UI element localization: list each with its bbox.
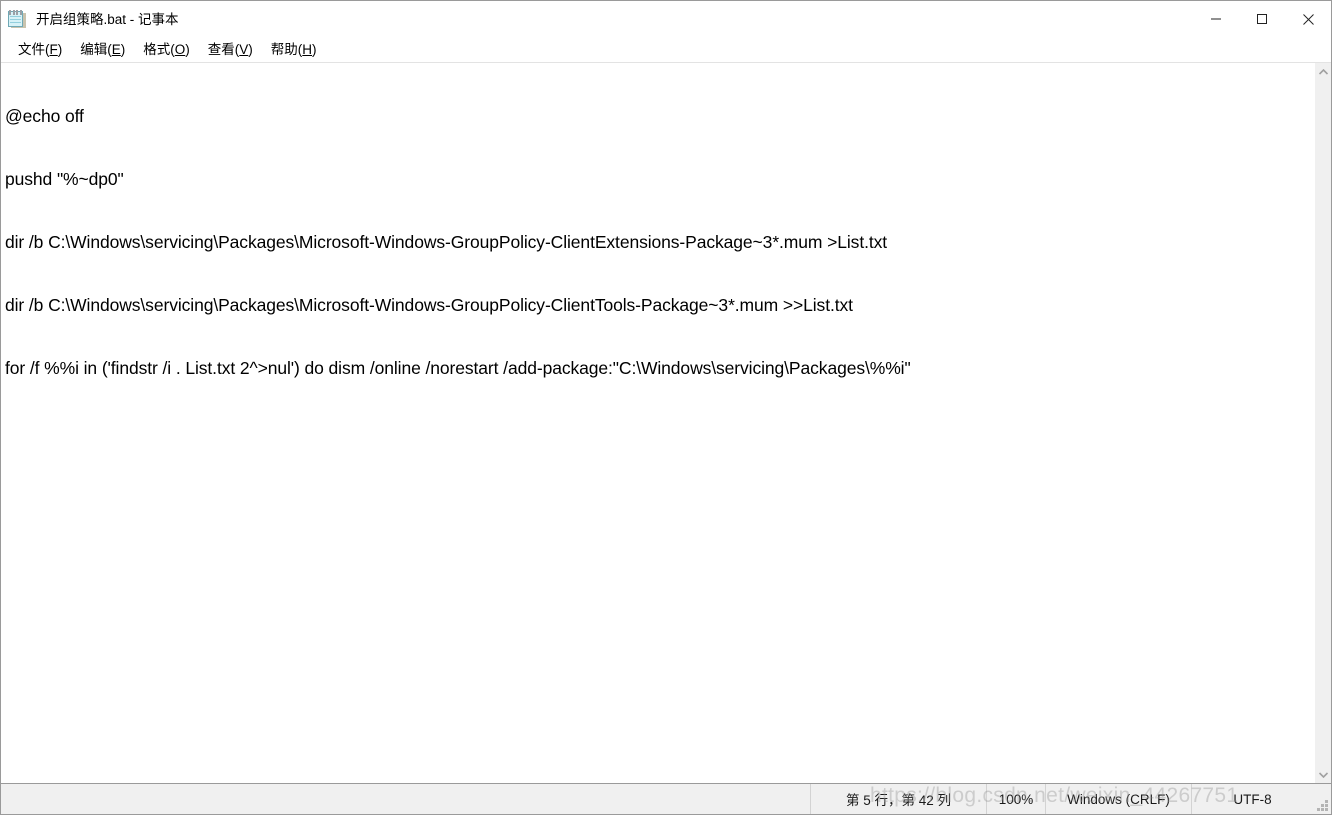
editor-area: @echo off pushd "%~dp0" dir /b C:\Window… — [1, 62, 1331, 783]
menu-label-file: 文件( — [18, 42, 50, 57]
menu-bar: 文件(F) 编辑(E) 格式(O) 查看(V) 帮助(H) — [1, 38, 1331, 62]
scrollbar-track[interactable] — [1314, 80, 1331, 766]
menu-accel-format: O — [174, 42, 186, 57]
menu-label-help: 帮助( — [270, 42, 303, 57]
menu-item-file[interactable]: 文件(F) — [9, 38, 71, 62]
menu-item-format[interactable]: 格式(O) — [134, 38, 199, 62]
notepad-window: 开启组策略.bat - 记事本 文件(F) 编辑(E) 格式(O) 查看(V) … — [0, 0, 1332, 815]
window-title: 开启组策略.bat - 记事本 — [36, 12, 179, 27]
code-line: for /f %%i in ('findstr /i . List.txt 2^… — [5, 358, 911, 378]
maximize-icon — [1257, 14, 1267, 24]
code-line: dir /b C:\Windows\servicing\Packages\Mic… — [5, 232, 888, 252]
menu-paren-edit: ) — [120, 42, 126, 57]
status-bar: 第 5 行，第 42 列 100% Windows (CRLF) UTF-8 — [1, 783, 1331, 814]
title-bar[interactable]: 开启组策略.bat - 记事本 — [1, 1, 1331, 38]
menu-paren-help: ) — [312, 42, 317, 57]
minimize-button[interactable] — [1193, 1, 1239, 37]
close-icon — [1302, 13, 1314, 25]
menu-item-view[interactable]: 查看(V) — [199, 38, 262, 62]
menu-paren-format: ) — [185, 42, 190, 57]
scroll-up-button[interactable] — [1315, 63, 1332, 80]
minimize-icon — [1211, 18, 1221, 20]
text-editor[interactable]: @echo off pushd "%~dp0" dir /b C:\Window… — [1, 63, 1314, 783]
scroll-down-button[interactable] — [1315, 766, 1332, 783]
code-line: pushd "%~dp0" — [5, 169, 124, 189]
menu-label-edit: 编辑( — [80, 42, 112, 57]
menu-label-view: 查看( — [207, 42, 240, 57]
scroll-up-icon — [1318, 68, 1328, 75]
code-line: @echo off — [5, 106, 84, 126]
menu-accel-view: V — [239, 42, 249, 57]
menu-item-help[interactable]: 帮助(H) — [262, 38, 326, 62]
window-controls — [1193, 1, 1331, 37]
maximize-button[interactable] — [1239, 1, 1285, 37]
menu-item-edit[interactable]: 编辑(E) — [71, 38, 134, 62]
resize-grip[interactable] — [1316, 799, 1328, 811]
vertical-scrollbar[interactable] — [1314, 63, 1331, 783]
scroll-down-icon — [1318, 771, 1328, 778]
menu-accel-file: F — [49, 42, 58, 57]
status-cursor-position: 第 5 行，第 42 列 — [810, 784, 986, 814]
status-encoding[interactable]: UTF-8 — [1191, 784, 1331, 814]
menu-accel-edit: E — [111, 42, 121, 57]
menu-paren-view: ) — [248, 42, 253, 57]
status-line-ending[interactable]: Windows (CRLF) — [1045, 784, 1191, 814]
notepad-icon — [8, 9, 28, 30]
status-zoom-level[interactable]: 100% — [986, 784, 1045, 814]
menu-label-format: 格式( — [143, 42, 175, 57]
close-button[interactable] — [1285, 1, 1331, 37]
code-line: dir /b C:\Windows\servicing\Packages\Mic… — [5, 295, 853, 315]
menu-paren-file: ) — [57, 42, 63, 57]
menu-accel-help: H — [302, 42, 313, 57]
